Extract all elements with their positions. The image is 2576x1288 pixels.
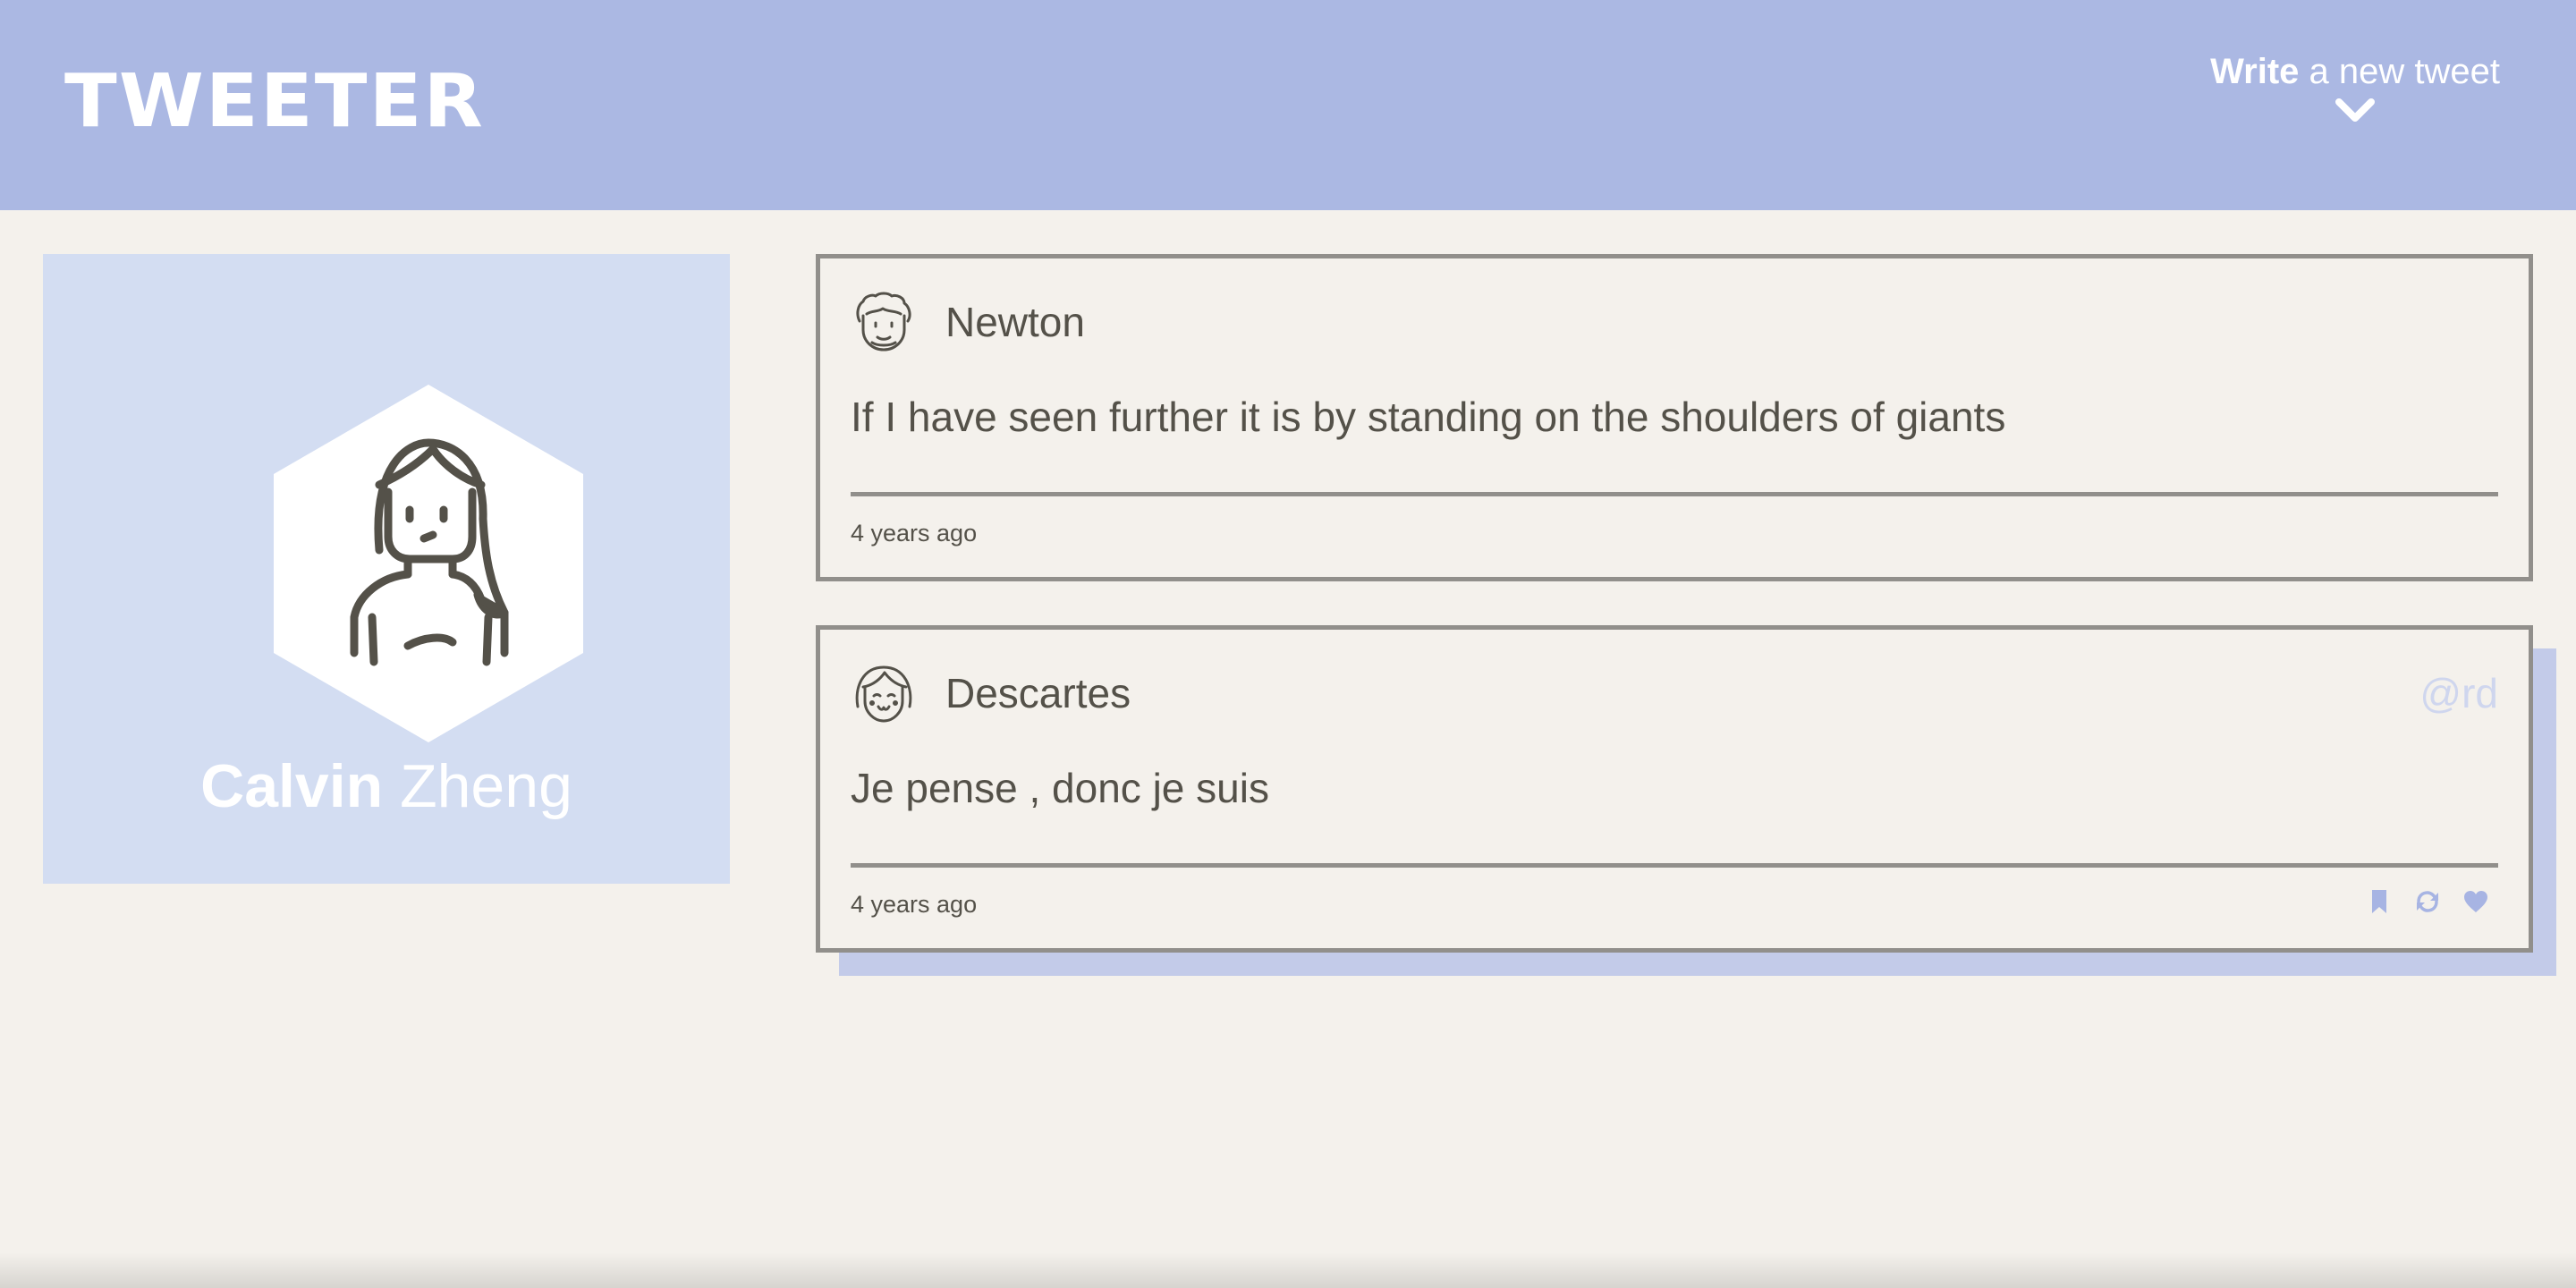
brand-logo[interactable]: TWEETER (64, 59, 485, 144)
compose-tweet-toggle[interactable]: Write a new tweet (2210, 52, 2500, 124)
compose-label-strong: Write (2210, 52, 2300, 91)
bookmark-icon[interactable] (2366, 888, 2393, 915)
compose-label-light: a new tweet (2299, 52, 2500, 91)
compose-label[interactable]: Write a new tweet (2210, 52, 2500, 92)
heart-icon[interactable] (2462, 888, 2489, 915)
tweet-actions (2366, 888, 2489, 915)
tweet-content: If I have seen further it is by standing… (851, 394, 2006, 440)
tweet-timestamp: 4 years ago (851, 891, 978, 918)
top-navbar: TWEETER Write a new tweet (0, 0, 2576, 210)
profile-last-name: Zheng (383, 752, 572, 820)
tweet-content: Je pense , donc je suis (851, 765, 1269, 811)
tweet-card[interactable]: Descartes @rd Je pense , donc je suis 4 … (816, 625, 2533, 953)
profile-name: Calvin Zheng (43, 751, 730, 821)
retweet-icon[interactable] (2414, 888, 2441, 915)
tweet-handle[interactable]: @rd (2419, 669, 2498, 717)
bob-hair-avatar-icon (855, 665, 912, 723)
tweet-card[interactable]: Newton If I have seen further it is by s… (816, 254, 2533, 581)
woman-avatar-icon (274, 385, 583, 742)
tweet-author[interactable]: Descartes (945, 669, 1131, 717)
curly-hair-man-avatar-icon (856, 292, 911, 352)
tweet-divider (851, 863, 2498, 868)
profile-first-name: Calvin (200, 752, 384, 820)
page-bottom-shadow (0, 1252, 2576, 1288)
tweet-timestamp: 4 years ago (851, 520, 978, 547)
tweet-author[interactable]: Newton (945, 298, 1085, 346)
profile-card: Calvin Zheng (43, 254, 730, 884)
tweet-divider (851, 492, 2498, 496)
chevron-down-icon[interactable] (2334, 97, 2376, 124)
